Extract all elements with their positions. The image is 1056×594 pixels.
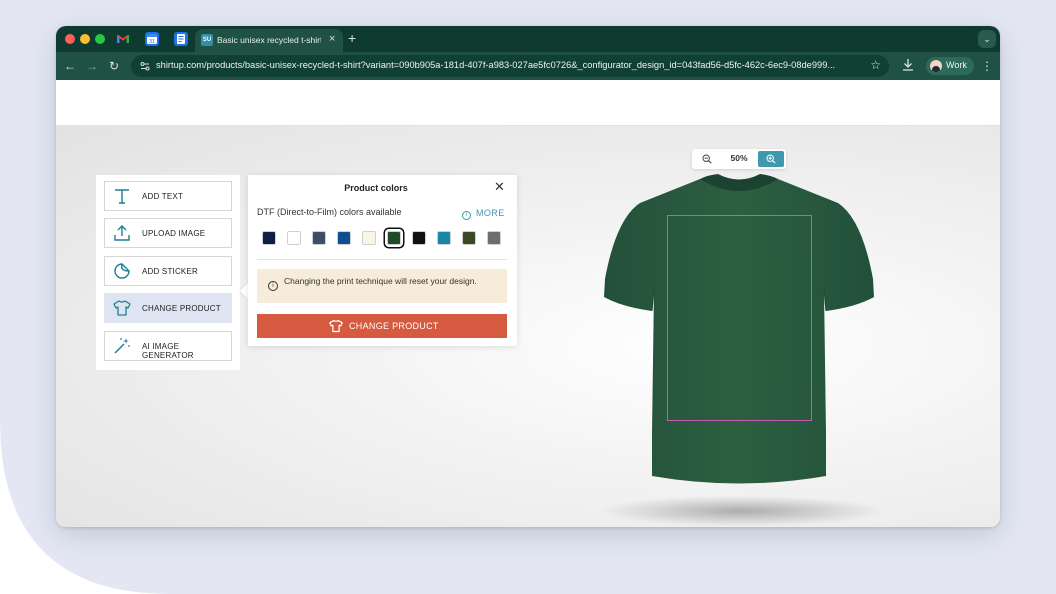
zoom-control: 50% — [692, 149, 786, 169]
calendar-icon[interactable]: 31 — [145, 32, 159, 46]
page-content: 50% ADD TEXT UPLOAD IMAGE ADD STICKER CH… — [56, 80, 1000, 527]
panel-title: Product colors — [344, 183, 408, 193]
more-link[interactable]: i MORE — [462, 208, 505, 220]
back-arrow-icon[interactable]: ← — [64, 58, 76, 74]
tool-label: UPLOAD IMAGE — [142, 229, 206, 238]
profile-button[interactable]: Work — [926, 57, 974, 75]
upload-image-button[interactable]: UPLOAD IMAGE — [104, 218, 232, 248]
sticker-icon — [113, 262, 131, 280]
forward-arrow-icon[interactable]: → — [86, 58, 98, 74]
tab-close-icon[interactable]: × — [329, 33, 335, 45]
text-icon — [113, 187, 131, 205]
color-swatch[interactable] — [462, 231, 476, 245]
zoom-out-icon[interactable] — [696, 151, 718, 167]
reload-icon[interactable]: ↻ — [109, 58, 119, 74]
address-bar[interactable]: shirtup.com/products/basic-unisex-recycl… — [131, 55, 889, 77]
tool-label: AI IMAGE GENERATOR — [142, 342, 194, 360]
svg-text:31: 31 — [149, 39, 155, 45]
gmail-icon[interactable] — [116, 32, 130, 46]
profile-label: Work — [946, 60, 967, 70]
technique-label: DTF (Direct-to-Film) colors available — [257, 207, 402, 217]
design-canvas[interactable]: 50% ADD TEXT UPLOAD IMAGE ADD STICKER CH… — [56, 126, 1000, 527]
tab-strip: 31 SU Basic unisex recycled t-shirt × + … — [56, 26, 1000, 52]
add-sticker-button[interactable]: ADD STICKER — [104, 256, 232, 286]
zoom-in-icon[interactable] — [758, 151, 784, 167]
color-swatch[interactable] — [412, 231, 426, 245]
tool-label: ADD STICKER — [142, 267, 198, 276]
tab-search-chevron-icon[interactable]: ⌄ — [978, 30, 996, 48]
color-swatch[interactable] — [337, 231, 351, 245]
add-text-button[interactable]: ADD TEXT — [104, 181, 232, 211]
tool-label: ADD TEXT — [142, 192, 184, 201]
avatar — [930, 60, 942, 72]
color-swatch[interactable] — [262, 231, 276, 245]
tool-sidebar: ADD TEXT UPLOAD IMAGE ADD STICKER CHANGE… — [96, 175, 240, 370]
print-area[interactable] — [667, 215, 812, 421]
product-colors-panel: Product colors ✕ DTF (Direct-to-Film) co… — [248, 175, 517, 346]
minimize-window-button[interactable] — [80, 34, 90, 44]
new-tab-button[interactable]: + — [348, 30, 356, 46]
divider — [257, 259, 507, 260]
shirt-shadow — [602, 496, 882, 526]
forms-icon[interactable] — [174, 32, 188, 46]
maximize-window-button[interactable] — [95, 34, 105, 44]
browser-window: 31 SU Basic unisex recycled t-shirt × + … — [56, 26, 1000, 527]
color-swatch[interactable] — [487, 231, 501, 245]
more-label: MORE — [476, 208, 505, 218]
tool-label: CHANGE PRODUCT — [142, 304, 221, 313]
info-icon: i — [462, 211, 471, 220]
magic-wand-icon — [113, 337, 131, 355]
color-swatch[interactable] — [312, 231, 326, 245]
tab-active[interactable]: SU Basic unisex recycled t-shirt × — [195, 29, 343, 52]
color-swatch[interactable] — [287, 231, 301, 245]
change-product-button[interactable]: CHANGE PRODUCT — [104, 293, 232, 323]
upload-icon — [113, 224, 131, 242]
technique-notice: i Changing the print technique will rese… — [257, 269, 507, 303]
button-label: CHANGE PRODUCT — [349, 321, 439, 331]
notice-text: Changing the print technique will reset … — [284, 276, 477, 286]
tshirt-icon — [329, 319, 343, 333]
tab-title: Basic unisex recycled t-shirt — [217, 35, 321, 45]
color-swatches — [262, 228, 512, 248]
url-text: shirtup.com/products/basic-unisex-recycl… — [156, 60, 836, 70]
shirtup-favicon-icon: SU — [201, 34, 213, 46]
info-icon: i — [268, 281, 278, 291]
color-swatch[interactable] — [387, 231, 401, 245]
zoom-level: 50% — [730, 153, 748, 163]
close-window-button[interactable] — [65, 34, 75, 44]
site-settings-icon[interactable] — [139, 60, 151, 72]
close-icon[interactable]: ✕ — [494, 179, 505, 195]
bookmark-star-icon[interactable]: ☆ — [870, 58, 881, 72]
address-toolbar: ← → ↻ shirtup.com/products/basic-unisex-… — [56, 52, 1000, 80]
download-icon[interactable] — [902, 58, 914, 76]
color-swatch[interactable] — [437, 231, 451, 245]
browser-menu-icon[interactable]: ⋮ — [981, 58, 993, 74]
change-product-submit-button[interactable]: CHANGE PRODUCT — [257, 314, 507, 338]
tshirt-icon — [113, 299, 131, 317]
ai-image-generator-button[interactable]: AI IMAGE GENERATOR — [104, 331, 232, 361]
color-swatch[interactable] — [362, 231, 376, 245]
site-header — [56, 80, 1000, 126]
